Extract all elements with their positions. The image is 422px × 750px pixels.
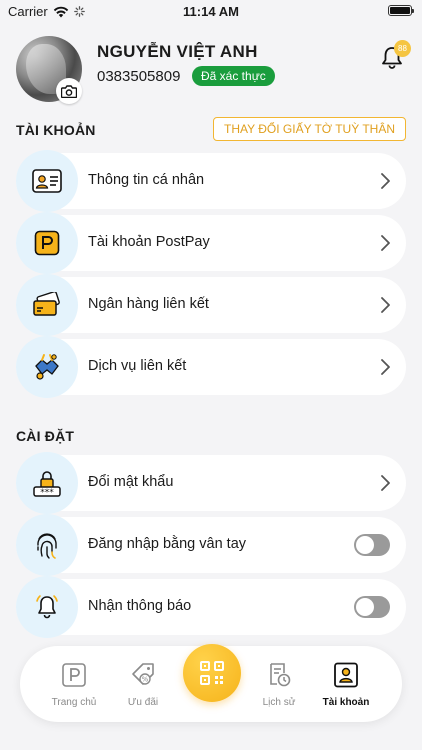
tab-label: Tài khoản: [322, 697, 370, 708]
menu-item-personal-info[interactable]: Thông tin cá nhân: [16, 150, 406, 212]
status-time: 11:14 AM: [183, 4, 239, 19]
svg-text:***: ***: [40, 488, 54, 498]
id-card-icon: [16, 150, 78, 212]
voucher-icon: %: [132, 663, 154, 685]
menu-item-change-password[interactable]: *** Đổi mật khẩu: [16, 452, 406, 514]
home-p-icon: [62, 663, 86, 687]
menu-item-linked-banks[interactable]: Ngân hàng liên kết: [16, 274, 406, 336]
bottom-tab-bar: Trang chủ % Ưu đãi Lịch sử Tài khoản: [20, 644, 402, 722]
battery-icon: [388, 5, 414, 16]
bell-icon: [16, 576, 78, 638]
menu-item-receive-notifications: Nhận thông báo: [16, 576, 406, 638]
menu-item-label: Đăng nhập bằng vân tay: [88, 536, 247, 552]
camera-icon[interactable]: [56, 78, 82, 104]
notification-count-badge: 88: [394, 40, 411, 57]
chevron-right-icon: [381, 359, 390, 375]
notifications-toggle[interactable]: [354, 596, 390, 618]
profile-header: NGUYỄN VIỆT ANH 0383505809 Đã xác thực 8…: [16, 36, 411, 106]
notification-bell-button[interactable]: 88: [378, 40, 411, 70]
menu-item-postpay-account[interactable]: Tài khoản PostPay: [16, 212, 406, 274]
menu-item-label: Dịch vụ liên kết: [88, 358, 187, 374]
password-lock-icon: ***: [16, 452, 78, 514]
tab-offers[interactable]: % Ưu đãi: [113, 662, 173, 708]
status-bar: Carrier 11:14 AM: [0, 0, 422, 24]
tab-account[interactable]: Tài khoản: [316, 662, 376, 708]
menu-item-label: Thông tin cá nhân: [88, 172, 205, 188]
tab-label: Lịch sử: [262, 697, 296, 708]
account-section-title: TÀI KHOẢN: [16, 122, 96, 138]
fingerprint-login-toggle[interactable]: [354, 534, 390, 556]
chevron-right-icon: [381, 173, 390, 189]
svg-text:%: %: [142, 676, 149, 684]
chevron-right-icon: [381, 235, 390, 251]
fingerprint-icon: [16, 514, 78, 576]
bank-card-icon: [16, 274, 78, 336]
tab-label: Trang chủ: [51, 697, 97, 708]
profile-name: NGUYỄN VIỆT ANH: [97, 42, 258, 61]
history-icon: [270, 663, 291, 687]
menu-item-label: Đổi mật khẩu: [88, 474, 174, 490]
menu-item-fingerprint-login: Đăng nhập bằng vân tay: [16, 514, 406, 576]
chevron-right-icon: [381, 297, 390, 313]
tab-label: Ưu đãi: [127, 697, 159, 708]
menu-item-linked-services[interactable]: Dịch vụ liên kết: [16, 336, 406, 398]
menu-item-label: Ngân hàng liên kết: [88, 296, 209, 312]
qr-scan-icon: [200, 661, 224, 685]
account-icon: [334, 662, 358, 688]
settings-section-title: CÀI ĐẶT: [16, 428, 75, 444]
chevron-right-icon: [381, 475, 390, 491]
profile-phone: 0383505809: [97, 68, 181, 85]
menu-item-label: Nhận thông báo: [88, 598, 192, 614]
tab-history[interactable]: Lịch sử: [249, 662, 309, 708]
verified-badge: Đã xác thực: [192, 66, 275, 86]
qr-scan-button[interactable]: [183, 644, 241, 702]
menu-item-label: Tài khoản PostPay: [88, 234, 210, 250]
change-id-document-button[interactable]: THAY ĐỔI GIẤY TỜ TUỲ THÂN: [213, 117, 406, 141]
linked-services-icon: [16, 336, 78, 398]
postpay-icon: [16, 212, 78, 274]
tab-home[interactable]: Trang chủ: [44, 662, 104, 708]
